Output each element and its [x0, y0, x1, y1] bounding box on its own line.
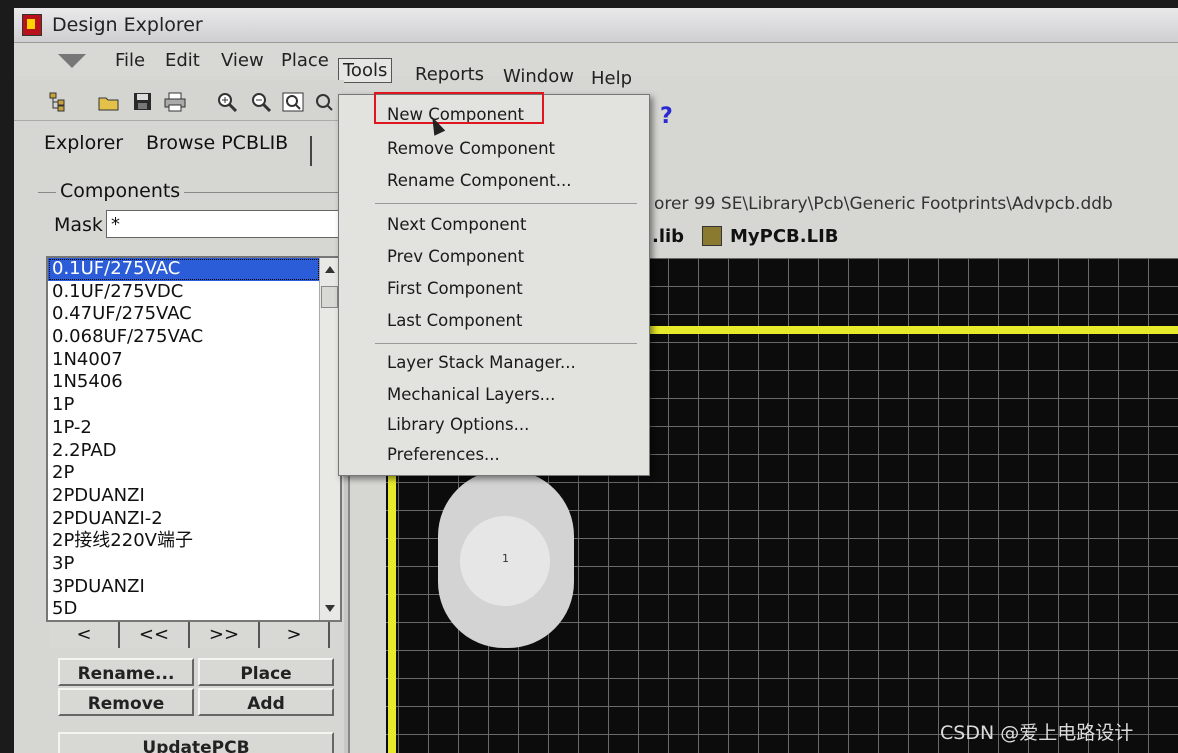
rename-button[interactable]: Rename... [58, 658, 194, 686]
menu-place[interactable]: Place [278, 50, 332, 71]
menu-mechanical-layers[interactable]: Mechanical Layers... [387, 385, 555, 404]
app-icon [22, 14, 42, 36]
pad-number: 1 [502, 552, 509, 565]
menu-library-options[interactable]: Library Options... [387, 415, 529, 434]
list-item[interactable]: 1N5406 [48, 371, 340, 394]
nav-prev-button[interactable]: < [50, 622, 120, 648]
doc-tab-mypcb[interactable]: MyPCB.LIB [730, 226, 839, 247]
list-item[interactable]: 2PDUANZI [48, 485, 340, 508]
menu-tools[interactable]: Tools [338, 58, 393, 83]
watermark: CSDN @爱上电路设计 [940, 722, 1134, 744]
mask-label: Mask [54, 214, 103, 236]
menu-remove-component[interactable]: Remove Component [387, 139, 555, 158]
menu-next-component[interactable]: Next Component [387, 215, 526, 234]
list-item-selected[interactable]: 0.1UF/275VAC [48, 258, 320, 281]
list-item[interactable]: 0.068UF/275VAC [48, 326, 340, 349]
menu-window[interactable]: Window [500, 66, 577, 87]
zoom-area-icon[interactable] [282, 92, 304, 112]
menu-first-component[interactable]: First Component [387, 279, 523, 298]
menu-help[interactable]: Help [588, 68, 635, 89]
doc-tab-lib[interactable]: .lib [652, 226, 684, 247]
list-item[interactable]: 1P-2 [48, 417, 340, 440]
list-item[interactable]: 3P [48, 553, 340, 576]
tab-explorer[interactable]: Explorer [44, 132, 123, 154]
menu-last-component[interactable]: Last Component [387, 311, 522, 330]
menu-separator [375, 203, 637, 204]
components-group-title: Components [56, 180, 185, 202]
print-icon[interactable] [164, 92, 186, 112]
remove-button[interactable]: Remove [58, 688, 194, 716]
highlight-box [374, 92, 544, 124]
menu-layer-stack-manager[interactable]: Layer Stack Manager... [387, 353, 576, 372]
menu-down-arrow-icon[interactable] [58, 54, 86, 68]
menu-edit[interactable]: Edit [162, 50, 203, 71]
menu-view[interactable]: View [218, 50, 267, 71]
tree-icon[interactable] [48, 92, 70, 112]
nav-first-button[interactable]: << [120, 622, 190, 648]
zoom-in-icon[interactable] [216, 92, 238, 112]
tab-browse-pcblib[interactable]: Browse PCBLIB [146, 132, 288, 154]
list-item[interactable]: 0.1UF/275VDC [48, 281, 340, 304]
list-item[interactable]: 2P接线220V端子 [48, 530, 340, 553]
tools-dropdown-menu: New Component Remove Component Rename Co… [338, 94, 650, 476]
list-item[interactable]: 2.2PAD [48, 440, 340, 463]
list-item[interactable]: 2PDUANZI-2 [48, 508, 340, 531]
list-scrollbar[interactable] [319, 258, 340, 620]
menu-rename-component[interactable]: Rename Component... [387, 171, 571, 190]
zoom-fit-icon[interactable] [314, 92, 336, 112]
mask-input[interactable] [106, 210, 351, 238]
open-folder-icon[interactable] [98, 92, 120, 112]
list-item[interactable]: 2P [48, 462, 340, 485]
tab-divider [310, 136, 312, 166]
scroll-down-icon[interactable] [325, 605, 335, 612]
list-item[interactable]: 5D [48, 598, 340, 620]
update-pcb-button[interactable]: UpdatePCB [58, 732, 334, 753]
place-button[interactable]: Place [198, 658, 334, 686]
toolbar [14, 80, 344, 121]
list-item[interactable]: 3PDUANZI [48, 576, 340, 599]
menu-separator [375, 343, 637, 344]
scroll-thumb[interactable] [321, 286, 338, 308]
menu-prev-component[interactable]: Prev Component [387, 247, 524, 266]
list-item[interactable]: 1P [48, 394, 340, 417]
menu-preferences[interactable]: Preferences... [387, 445, 500, 464]
save-icon[interactable] [132, 92, 154, 112]
list-item[interactable]: 1N4007 [48, 349, 340, 372]
list-navigation: < << >> > [50, 622, 350, 650]
menu-reports[interactable]: Reports [412, 64, 487, 85]
menu-file[interactable]: File [112, 50, 148, 71]
library-file-icon [702, 226, 722, 246]
list-item[interactable]: 0.47UF/275VAC [48, 303, 340, 326]
menu-bar: File Edit View Place Tools Reports Windo… [14, 44, 1178, 89]
nav-next-button[interactable]: > [260, 622, 330, 648]
nav-last-button[interactable]: >> [190, 622, 260, 648]
components-list[interactable]: 0.1UF/275VAC 0.1UF/275VDC 0.47UF/275VAC 0.0… [46, 256, 342, 622]
left-panel-tabs: Explorer Browse PCBLIB [34, 132, 334, 168]
zoom-out-icon[interactable] [250, 92, 272, 112]
design-explorer-window: Design Explorer File Edit View Place Too… [14, 8, 1178, 753]
help-icon[interactable]: ? [660, 104, 673, 129]
scroll-up-icon[interactable] [325, 266, 335, 273]
add-button[interactable]: Add [198, 688, 334, 716]
document-path: orer 99 SE\Library\Pcb\Generic Footprint… [654, 194, 1113, 214]
title-bar: Design Explorer [14, 8, 1178, 43]
window-title: Design Explorer [52, 14, 203, 36]
